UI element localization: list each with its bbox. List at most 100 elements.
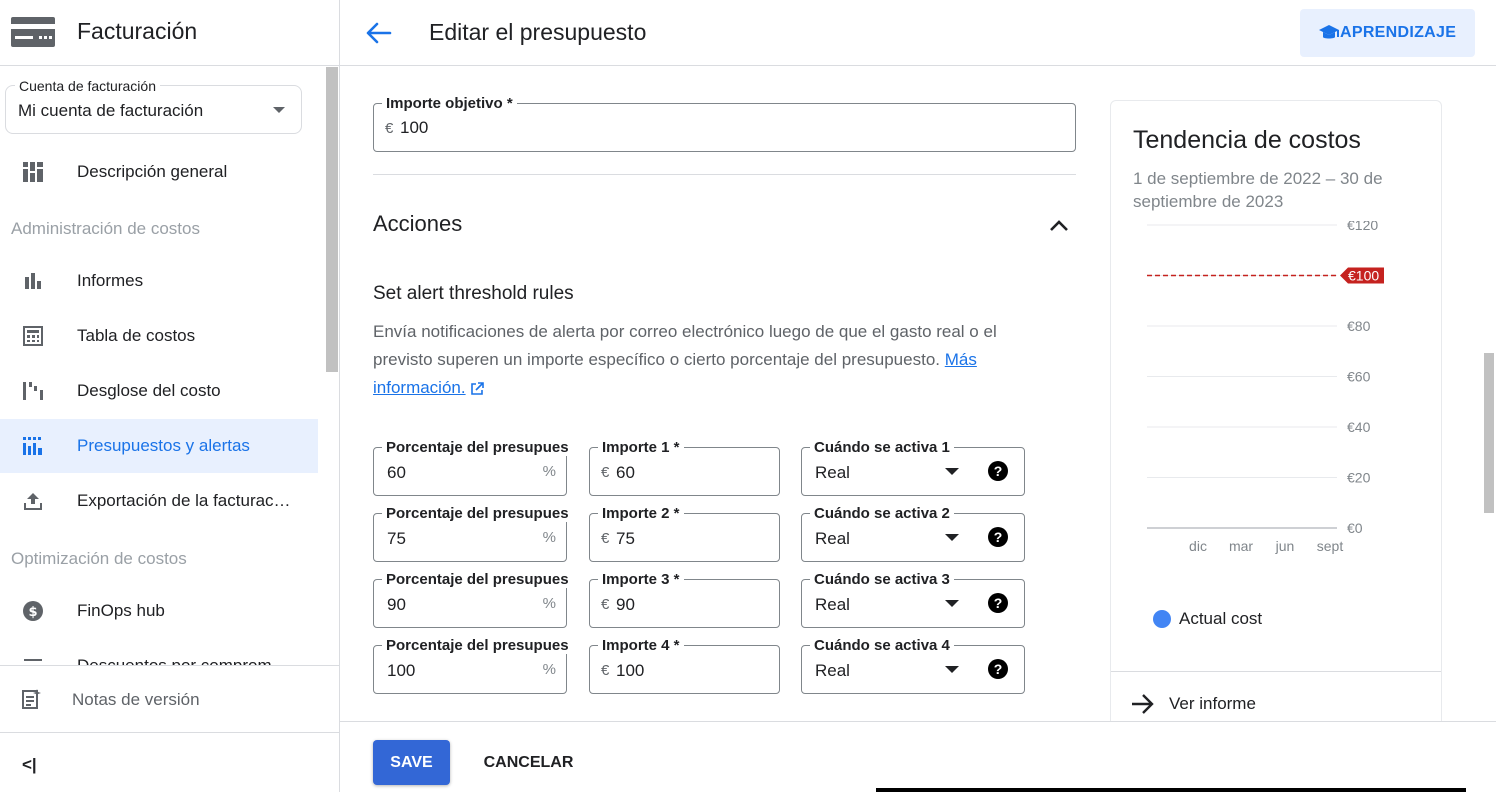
amount-field[interactable]: Importe 1 * € 60 (589, 439, 780, 496)
amount-label: Importe 3 * (598, 571, 684, 588)
table-calculator-icon (21, 324, 45, 348)
chevron-up-icon[interactable] (1046, 213, 1072, 239)
arrow-right-icon (1132, 694, 1154, 714)
budget-percent-label: Porcentaje del presupuesto 4 * (382, 637, 568, 654)
legend-dot (1153, 610, 1171, 628)
amount-field[interactable]: Importe 2 * € 75 (589, 505, 780, 562)
learn-label: APRENDIZAJE (1340, 24, 1457, 41)
currency-prefix: € (601, 662, 610, 679)
export-icon (21, 489, 45, 513)
trigger-label: Cuándo se activa 3 (810, 571, 954, 588)
release-notes-icon (21, 688, 45, 712)
waterfall-icon (21, 379, 45, 403)
sidebar-item-label: Descuentos por comprom… (77, 656, 289, 665)
x-tick-label: sept (1317, 538, 1344, 554)
percent-suffix: % (542, 661, 556, 678)
rules-title: Set alert threshold rules (373, 283, 574, 304)
trigger-value: Real (815, 595, 850, 614)
caret-down-icon (945, 666, 959, 673)
billing-account-select[interactable]: Cuenta de facturación Mi cuenta de factu… (5, 78, 302, 134)
help-icon[interactable]: ? (988, 659, 1008, 679)
cancel-button[interactable]: CANCELAR (471, 740, 586, 785)
trigger-label: Cuándo se activa 4 (810, 637, 954, 654)
back-arrow-icon[interactable] (364, 19, 392, 47)
sidebar-item-budgets-alerts[interactable]: Presupuestos y alertas (0, 419, 318, 473)
budget-percent-field[interactable]: Porcentaje del presupuesto 3 * 90 % (373, 571, 568, 628)
x-tick-label: dic (1189, 538, 1207, 554)
caret-down-icon (945, 600, 959, 607)
budget-percent-field[interactable]: Porcentaje del presupuesto 1 * 60 % (373, 439, 568, 496)
sidebar-item-reports[interactable]: Informes (0, 254, 318, 308)
trigger-select[interactable]: Cuándo se activa 2 Real ? (801, 505, 1025, 562)
amount-field[interactable]: Importe 4 * € 100 (589, 637, 780, 694)
sidebar-item-commitment-discounts[interactable]: Descuentos por comprom… (0, 639, 318, 665)
dollar-circle-icon: $ (21, 599, 45, 623)
budget-percent-label: Porcentaje del presupuesto 2 * (382, 505, 568, 522)
y-tick-label: €120 (1347, 221, 1378, 233)
y-tick-label: €80 (1347, 318, 1371, 334)
target-amount-field[interactable]: Importe objetivo * € 100 (373, 95, 1076, 152)
y-tick-label: €60 (1347, 369, 1371, 385)
chart-legend: Actual cost (1153, 609, 1262, 629)
target-amount-label: Importe objetivo * (382, 95, 517, 112)
budget-percent-field[interactable]: Porcentaje del presupuesto 2 * 75 % (373, 505, 568, 562)
school-cap-icon (1319, 25, 1339, 39)
currency-prefix: € (601, 464, 610, 481)
save-button[interactable]: SAVE (373, 740, 450, 785)
sidebar-item-cost-breakdown[interactable]: Desglose del costo (0, 364, 318, 418)
legend-label: Actual cost (1179, 609, 1263, 628)
cost-trend-chart: €0 €20 €40 €60 €80 €120 €100 dic mar jun sept (1147, 221, 1384, 554)
trigger-value: Real (815, 661, 850, 680)
percent-suffix: % (542, 529, 556, 546)
amount-value: 60 (616, 463, 635, 482)
dashboard-icon (21, 160, 45, 184)
collapse-sidebar-icon[interactable]: <| (22, 755, 37, 775)
sidebar-item-finops-hub[interactable]: $ FinOps hub (0, 584, 318, 638)
amount-field[interactable]: Importe 3 * € 90 (589, 571, 780, 628)
learn-button[interactable]: APRENDIZAJE (1300, 9, 1475, 57)
help-icon[interactable]: ? (988, 461, 1008, 481)
amount-value: 90 (616, 595, 635, 614)
page-scrollbar[interactable] (1484, 353, 1494, 513)
cost-trend-card: Tendencia de costos 1 de septiembre de 2… (1110, 100, 1442, 722)
sidebar-scrollbar[interactable] (326, 67, 338, 372)
trigger-select[interactable]: Cuándo se activa 4 Real ? (801, 637, 1025, 694)
sidebar-item-label: Informes (77, 271, 144, 290)
card-footer-divider (1111, 671, 1441, 672)
sidebar-item-label: Desglose del costo (77, 381, 221, 400)
bottom-action-bar: SAVE CANCELAR (340, 721, 1496, 792)
help-icon[interactable]: ? (988, 527, 1008, 547)
sidebar-item-cost-table[interactable]: Tabla de costos (0, 309, 318, 363)
budget-percent-field[interactable]: Porcentaje del presupuesto 4 * 100 % (373, 637, 568, 694)
rules-description-text: Envía notificaciones de alerta por corre… (373, 322, 997, 369)
amount-value: 100 (616, 661, 645, 680)
y-tick-label: €20 (1347, 470, 1371, 486)
currency-prefix: € (601, 530, 610, 547)
list-icon (21, 654, 45, 665)
main-content: Importe objetivo * € 100 Acciones Set al… (340, 67, 1480, 722)
trigger-select[interactable]: Cuándo se activa 3 Real ? (801, 571, 1025, 628)
budget-percent-value: 90 (387, 595, 406, 614)
trigger-value: Real (815, 463, 850, 482)
sidebar-item-overview[interactable]: Descripción general (0, 145, 318, 199)
percent-suffix: % (542, 595, 556, 612)
amount-label: Importe 2 * (598, 505, 684, 522)
billing-account-value: Mi cuenta de facturación (18, 101, 204, 120)
page-title: Editar el presupuesto (429, 19, 647, 45)
rules-description: Envía notificaciones de alerta por corre… (373, 318, 1053, 402)
section-cost-optimization: Optimización de costos (11, 549, 187, 568)
view-report-link[interactable]: Ver informe (1131, 693, 1256, 715)
y-tick-label: €0 (1347, 520, 1363, 536)
help-icon[interactable]: ? (988, 593, 1008, 613)
amount-label: Importe 4 * (598, 637, 684, 654)
sidebar-release-notes[interactable]: Notas de versión (0, 665, 339, 732)
budget-percent-value: 100 (387, 661, 416, 680)
trigger-select[interactable]: Cuándo se activa 1 Real ? (801, 439, 1025, 496)
billing-card-icon (11, 17, 55, 47)
percent-suffix: % (542, 463, 556, 480)
section-divider (373, 174, 1076, 175)
sidebar-item-billing-export[interactable]: Exportación de la facturac… (0, 474, 318, 528)
card-date-range: 1 de septiembre de 2022 – 30 de septiemb… (1133, 169, 1383, 211)
currency-prefix: € (601, 596, 610, 613)
caret-down-icon (273, 107, 285, 113)
